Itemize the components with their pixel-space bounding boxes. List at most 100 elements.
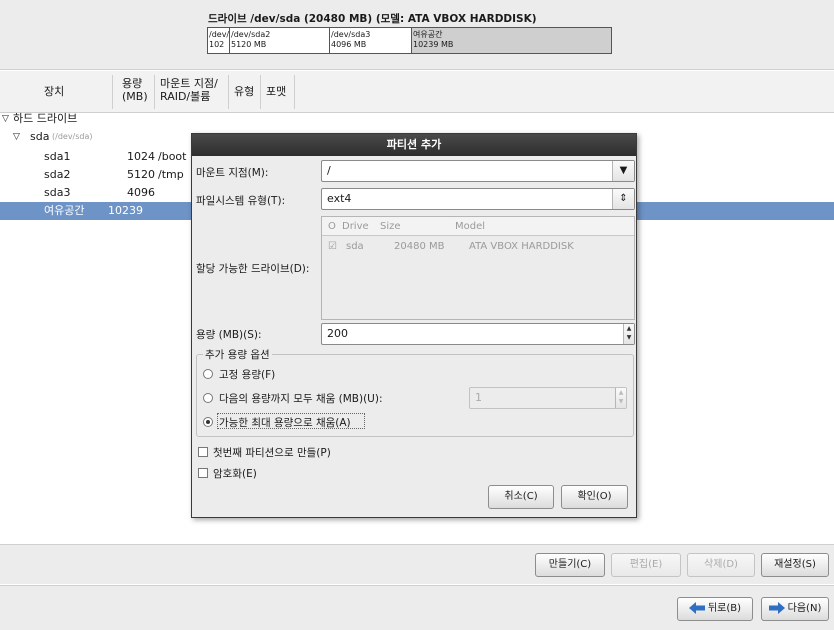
- fill-upto-spinbox[interactable]: 1 ▲ ▼: [469, 387, 627, 409]
- encrypt-checkbox[interactable]: [198, 468, 208, 478]
- row-mount: /tmp: [158, 168, 184, 181]
- segment-size: 102: [209, 40, 225, 49]
- drive-partition-bar: /dev/sda1 102 /dev/sda2 5120 MB /dev/sda…: [207, 27, 612, 54]
- partition-segment-sda3[interactable]: /dev/sda3 4096 MB: [330, 28, 412, 53]
- encrypt-label[interactable]: 암호화(E): [213, 466, 257, 481]
- drive-list-header-model[interactable]: Model: [455, 217, 485, 236]
- segment-size: 10239 MB: [413, 40, 454, 49]
- drive-list-header-drive[interactable]: Drive: [342, 217, 369, 236]
- segment-name: /dev/sda1: [209, 30, 230, 39]
- tree-device-path: (/dev/sda): [52, 132, 93, 141]
- fill-max-label[interactable]: 가능한 최대 용량으로 채움(A): [219, 415, 351, 430]
- row-mount: /boot: [158, 150, 187, 163]
- additional-size-options-title: 추가 용량 옵션: [203, 347, 272, 362]
- primary-partition-label[interactable]: 첫번째 파티션으로 만들(P): [213, 445, 331, 460]
- column-header-mount-line1: 마운트 지점/: [160, 77, 218, 90]
- back-button[interactable]: 뒤로(B): [677, 597, 753, 621]
- column-header-size-line2: (MB): [122, 90, 148, 103]
- primary-partition-checkbox[interactable]: [198, 447, 208, 457]
- column-header-size[interactable]: 용량 (MB): [122, 77, 148, 103]
- fixed-size-radio[interactable]: [203, 369, 213, 379]
- row-device: sda2: [44, 168, 71, 181]
- reset-button[interactable]: 재설정(S): [761, 553, 829, 577]
- edit-button[interactable]: 편집(E): [611, 553, 681, 577]
- row-device: sda3: [44, 186, 71, 199]
- row-device: sda1: [44, 150, 71, 163]
- fill-upto-label[interactable]: 다음의 용량까지 모두 채움 (MB)(U):: [219, 391, 382, 406]
- column-header-device[interactable]: 장치: [44, 85, 64, 98]
- device-table-header: 장치 용량 (MB) 마운트 지점/ RAID/볼륨 유형 포맷: [0, 71, 834, 113]
- add-partition-dialog: 파티션 추가 마운트 지점(M): / ▼ 파일시스템 유형(T): ext4 …: [191, 133, 637, 518]
- drive-list-header-size[interactable]: Size: [380, 217, 401, 236]
- expander-down-icon[interactable]: ▽: [2, 110, 9, 128]
- drive-title: 드라이브 /dev/sda (20480 MB) (모델: ATA VBOX H…: [208, 13, 537, 25]
- mount-point-combobox[interactable]: / ▼: [321, 160, 635, 182]
- ok-button[interactable]: 확인(O): [561, 485, 628, 509]
- fill-upto-radio[interactable]: [203, 393, 213, 403]
- allowable-drives-list: O Drive Size Model ☑ sda 20480 MB ATA VB…: [321, 216, 635, 320]
- segment-name: /dev/sda2: [231, 30, 271, 39]
- tree-row-hard-drives[interactable]: ▽ 하드 드라이브: [0, 110, 834, 128]
- row-size: 4096: [127, 186, 155, 199]
- segment-name: /dev/sda3: [331, 30, 371, 39]
- segment-size: 4096 MB: [331, 40, 367, 49]
- drive-row-model: ATA VBOX HARDDISK: [469, 241, 574, 252]
- tree-label: sda: [30, 130, 50, 143]
- column-header-format[interactable]: 포맷: [266, 85, 286, 98]
- size-spinbox[interactable]: 200 ▲ ▼: [321, 323, 635, 345]
- filesystem-type-value: ext4: [327, 192, 352, 205]
- drive-row-size: 20480 MB: [394, 241, 445, 252]
- create-button[interactable]: 만들기(C): [535, 553, 605, 577]
- column-separator: [228, 75, 229, 109]
- column-header-size-line1: 용량: [122, 77, 143, 90]
- column-separator: [154, 75, 155, 109]
- mount-point-label: 마운트 지점(M):: [196, 167, 269, 179]
- tree-label: 하드 드라이브: [13, 112, 78, 125]
- size-value: 200: [327, 327, 348, 340]
- column-separator: [294, 75, 295, 109]
- segment-name: 여유공간: [413, 30, 443, 39]
- next-button[interactable]: 다음(N): [761, 597, 829, 621]
- drive-summary-area: 드라이브 /dev/sda (20480 MB) (모델: ATA VBOX H…: [0, 0, 834, 70]
- fill-max-radio[interactable]: [203, 417, 213, 427]
- table-row[interactable]: ☑ sda 20480 MB ATA VBOX HARDDISK: [322, 237, 634, 256]
- fixed-size-label[interactable]: 고정 용량(F): [219, 367, 275, 382]
- column-separator: [260, 75, 261, 109]
- partition-action-bar: 만들기(C) 편집(E) 삭제(D) 재설정(S): [0, 544, 834, 584]
- additional-size-options-group: 추가 용량 옵션 고정 용량(F) 다음의 용량까지 모두 채움 (MB)(U)…: [196, 347, 634, 437]
- segment-size: 5120 MB: [231, 40, 267, 49]
- fill-upto-value: 1: [475, 391, 482, 404]
- drive-row-drive: sda: [346, 241, 364, 252]
- spin-arrows-icon[interactable]: ▲ ▼: [615, 388, 626, 408]
- allowable-drives-label: 할당 가능한 드라이브(D):: [196, 263, 310, 275]
- back-button-label: 뒤로(B): [707, 603, 742, 614]
- chevron-down-icon[interactable]: ▼: [612, 161, 634, 181]
- row-size: 5120: [127, 168, 155, 181]
- next-button-label: 다음(N): [787, 603, 822, 614]
- row-size: 1024: [127, 150, 155, 163]
- column-header-mount[interactable]: 마운트 지점/ RAID/볼륨: [160, 77, 218, 103]
- partition-segment-sda2[interactable]: /dev/sda2 5120 MB: [230, 28, 330, 53]
- spin-arrows-icon[interactable]: ▲ ▼: [623, 324, 634, 344]
- column-header-type[interactable]: 유형: [234, 85, 254, 98]
- cancel-button[interactable]: 취소(C): [488, 485, 554, 509]
- partition-segment-sda1[interactable]: /dev/sda1 102: [208, 28, 230, 53]
- column-separator: [112, 75, 113, 109]
- expander-down-icon[interactable]: ▽: [13, 128, 20, 146]
- checkbox-checked-icon[interactable]: ☑: [328, 237, 337, 256]
- delete-button[interactable]: 삭제(D): [687, 553, 755, 577]
- drive-list-header: O Drive Size Model: [322, 217, 634, 236]
- column-header-mount-line2: RAID/볼륨: [160, 90, 211, 103]
- dialog-title: 파티션 추가: [192, 134, 636, 156]
- size-label: 용량 (MB)(S):: [196, 329, 262, 341]
- drive-list-header-radio: O: [328, 221, 336, 232]
- filesystem-type-select[interactable]: ext4 ⇕: [321, 188, 635, 210]
- row-device: 여유공간: [44, 204, 85, 217]
- arrow-right-icon: [768, 602, 785, 614]
- partition-segment-free[interactable]: 여유공간 10239 MB: [412, 28, 611, 53]
- mount-point-value: /: [327, 164, 331, 177]
- row-size: 10239: [108, 204, 143, 217]
- updown-chevron-icon[interactable]: ⇕: [612, 189, 634, 209]
- arrow-left-icon: [688, 602, 705, 614]
- navigation-bar: 뒤로(B) 다음(N): [0, 585, 834, 630]
